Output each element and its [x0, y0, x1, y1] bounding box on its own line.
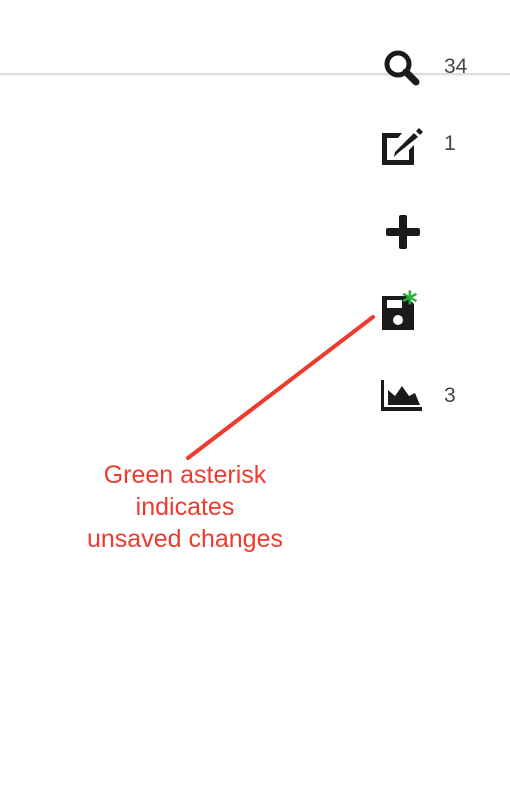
annotation-text: Green asterisk indicates unsaved changes [60, 459, 310, 555]
annotation-line-2: indicates [135, 493, 235, 521]
callout-line [186, 315, 375, 460]
annotation-line-3: unsaved changes [87, 525, 283, 553]
annotation-line-1: Green asterisk [103, 461, 267, 489]
